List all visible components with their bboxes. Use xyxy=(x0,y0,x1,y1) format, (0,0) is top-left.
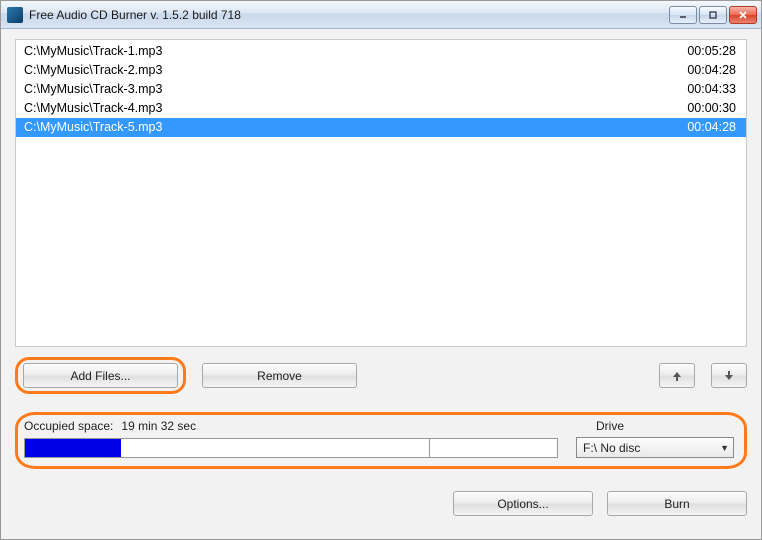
drive-select[interactable]: F:\ No disc ▼ xyxy=(576,437,734,458)
space-and-drive-highlight: Occupied space: 19 min 32 sec Drive F:\ … xyxy=(15,412,747,469)
file-path: C:\MyMusic\Track-5.mp3 xyxy=(24,119,664,136)
file-row[interactable]: C:\MyMusic\Track-5.mp300:04:28 xyxy=(16,118,746,137)
space-progress-bar xyxy=(24,438,558,458)
burn-button[interactable]: Burn xyxy=(607,491,747,516)
file-path: C:\MyMusic\Track-1.mp3 xyxy=(24,43,664,60)
minimize-button[interactable] xyxy=(669,6,697,24)
close-button[interactable] xyxy=(729,6,757,24)
maximize-button[interactable] xyxy=(699,6,727,24)
move-up-button[interactable] xyxy=(659,363,695,388)
occupied-space-label: Occupied space: xyxy=(24,419,113,433)
window-title: Free Audio CD Burner v. 1.5.2 build 718 xyxy=(29,8,669,22)
drive-label: Drive xyxy=(596,419,734,433)
file-path: C:\MyMusic\Track-2.mp3 xyxy=(24,62,664,79)
file-row[interactable]: C:\MyMusic\Track-3.mp300:04:33 xyxy=(16,80,746,99)
occupied-space-value: 19 min 32 sec xyxy=(121,419,196,433)
file-row[interactable]: C:\MyMusic\Track-1.mp300:05:28 xyxy=(16,42,746,61)
file-list[interactable]: C:\MyMusic\Track-1.mp300:05:28C:\MyMusic… xyxy=(15,39,747,347)
arrow-down-icon xyxy=(723,370,735,382)
remove-button[interactable]: Remove xyxy=(202,363,357,388)
file-duration: 00:04:28 xyxy=(664,119,736,136)
file-row[interactable]: C:\MyMusic\Track-2.mp300:04:28 xyxy=(16,61,746,80)
file-duration: 00:05:28 xyxy=(664,43,736,60)
titlebar: Free Audio CD Burner v. 1.5.2 build 718 xyxy=(1,1,761,29)
move-down-button[interactable] xyxy=(711,363,747,388)
chevron-down-icon: ▼ xyxy=(720,443,729,453)
app-icon xyxy=(7,7,23,23)
drive-selected-value: F:\ No disc xyxy=(583,441,640,455)
file-row[interactable]: C:\MyMusic\Track-4.mp300:00:30 xyxy=(16,99,746,118)
file-path: C:\MyMusic\Track-3.mp3 xyxy=(24,81,664,98)
space-progress-fill xyxy=(25,439,121,457)
file-duration: 00:00:30 xyxy=(664,100,736,117)
arrow-up-icon xyxy=(671,370,683,382)
space-progress-tick xyxy=(429,439,430,457)
file-duration: 00:04:28 xyxy=(664,62,736,79)
file-duration: 00:04:33 xyxy=(664,81,736,98)
add-files-highlight: Add Files... xyxy=(15,357,186,394)
file-path: C:\MyMusic\Track-4.mp3 xyxy=(24,100,664,117)
add-files-button[interactable]: Add Files... xyxy=(23,363,178,388)
options-button[interactable]: Options... xyxy=(453,491,593,516)
